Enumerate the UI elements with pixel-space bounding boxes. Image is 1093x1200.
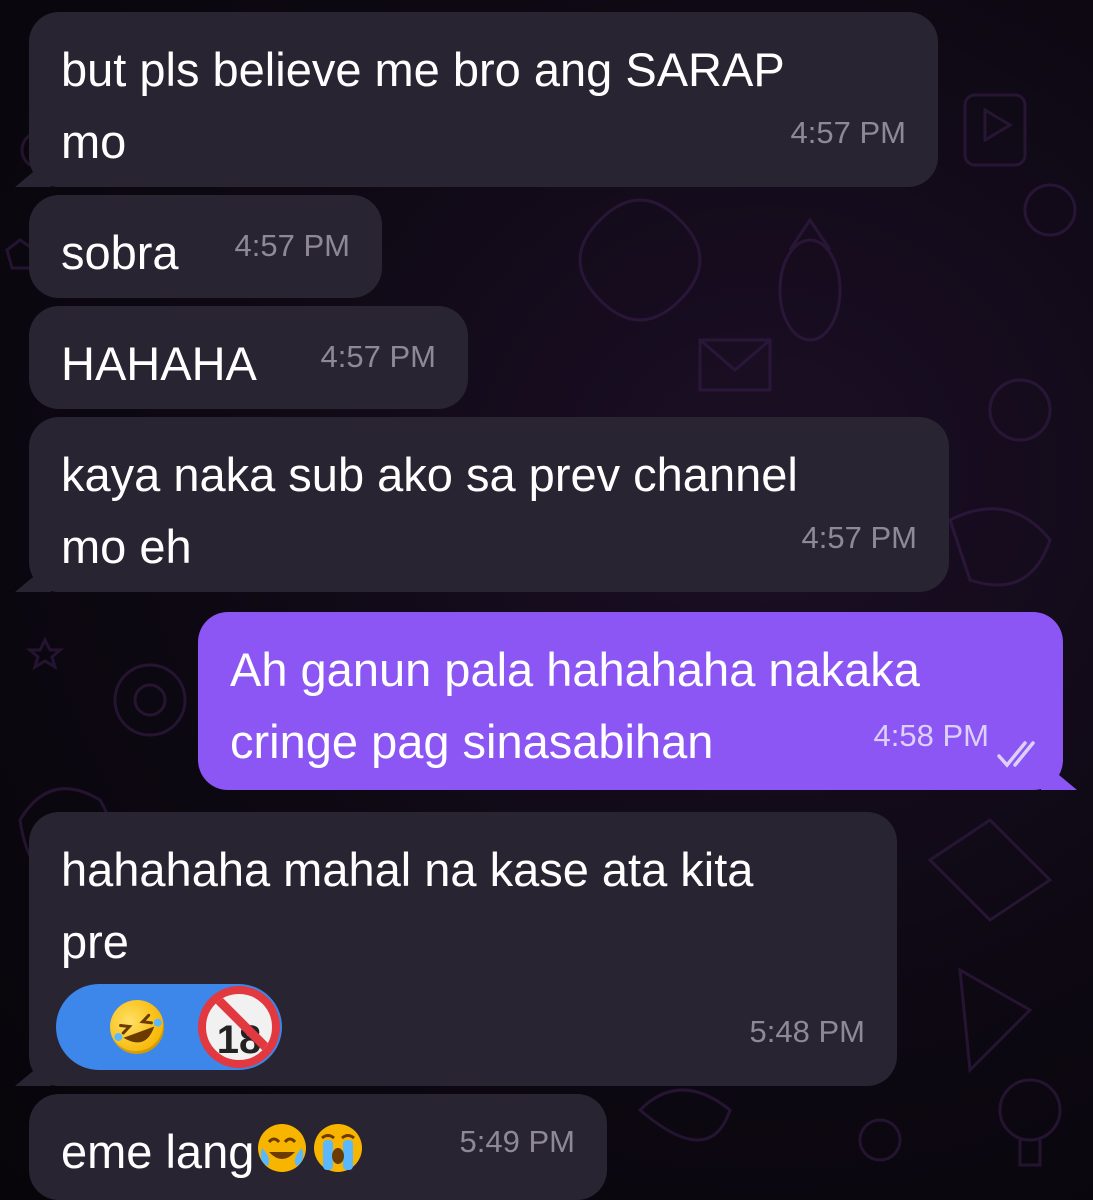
message-text: hahahaha mahal na kase ata kita pre: [61, 843, 754, 968]
message-timestamp: 4:57 PM: [801, 520, 917, 555]
outgoing-message-bubble[interactable]: Ah ganun pala hahahaha nakaka cringe pag…: [198, 612, 1077, 790]
message-reactions[interactable]: 18: [56, 984, 282, 1070]
no-under-18-emoji-icon: 18: [198, 986, 280, 1068]
loudly-crying-emoji-icon: [312, 1122, 364, 1194]
incoming-message-bubble[interactable]: kaya naka sub ako sa prev channel mo eh …: [15, 417, 949, 592]
message-timestamp: 4:57 PM: [320, 339, 436, 374]
bubble-tail: [15, 157, 51, 187]
tears-of-joy-emoji-icon: [256, 1122, 308, 1194]
bubble-tail: [15, 1056, 51, 1086]
bubble-tail: [15, 562, 51, 592]
double-check-read-icon: [997, 741, 1035, 768]
incoming-message-bubble[interactable]: eme lang 5:49 PM: [29, 1094, 607, 1200]
message-text: eme lang: [61, 1125, 255, 1178]
message-timestamp: 5:49 PM: [459, 1124, 575, 1159]
incoming-message-bubble[interactable]: HAHAHA 4:57 PM: [29, 306, 468, 409]
message-list[interactable]: but pls believe me bro ang SARAP mo 4:57…: [0, 0, 1093, 1200]
message-timestamp: 4:57 PM: [234, 228, 350, 263]
rolling-laughing-emoji-icon: [102, 992, 172, 1062]
bubble-tail: [1041, 760, 1077, 790]
message-timestamp: 4:57 PM: [790, 115, 906, 150]
message-timestamp: 4:58 PM: [873, 718, 989, 753]
incoming-message-bubble[interactable]: but pls believe me bro ang SARAP mo 4:57…: [15, 12, 938, 187]
message-timestamp: 5:48 PM: [749, 1014, 865, 1049]
incoming-message-bubble[interactable]: sobra 4:57 PM: [29, 195, 382, 298]
message-text: but pls believe me bro ang SARAP mo: [61, 43, 785, 168]
incoming-message-bubble[interactable]: hahahaha mahal na kase ata kita pre 18 5…: [15, 812, 897, 1086]
message-text: kaya naka sub ako sa prev channel mo eh: [61, 448, 798, 573]
